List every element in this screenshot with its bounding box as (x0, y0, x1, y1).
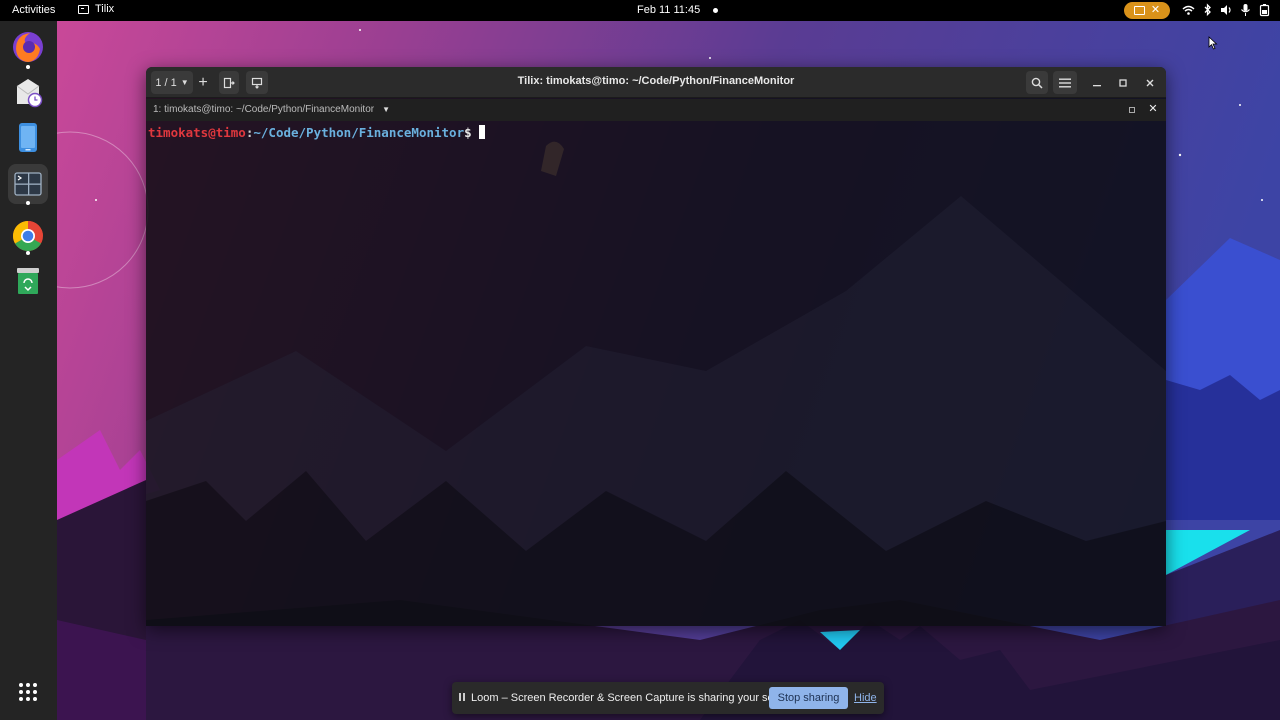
plus-icon: + (198, 73, 208, 91)
minimize-icon (1093, 84, 1101, 86)
screen-sharing-notification: Loom – Screen Recorder & Screen Capture … (452, 682, 884, 714)
dock-evolution[interactable] (8, 72, 48, 112)
split-right-icon (223, 77, 235, 88)
sharing-message: Loom – Screen Recorder & Screen Capture … (471, 692, 799, 704)
session-switcher-button[interactable]: 1 / 1 ▼ (151, 71, 193, 94)
text-cursor (478, 125, 485, 139)
firefox-icon (13, 32, 43, 62)
main-menu-button[interactable] (1053, 71, 1077, 94)
running-indicator (26, 65, 30, 69)
chrome-icon (12, 221, 43, 252)
trash-icon (17, 268, 39, 294)
minimize-button[interactable] (1087, 71, 1107, 94)
activities-button[interactable]: Activities (12, 4, 55, 16)
search-icon (1031, 77, 1043, 89)
mouse-pointer-icon (1208, 36, 1218, 50)
add-session-button[interactable]: + (193, 71, 213, 94)
prompt-path: ~/Code/Python/FinanceMonitor (253, 125, 465, 140)
microphone-icon (1239, 3, 1252, 17)
running-indicator (26, 251, 30, 255)
prompt-user-host: timokats@timo (148, 125, 246, 140)
terminal-icon (78, 4, 89, 14)
terminal-title-menu[interactable]: 1: timokats@timo: ~/Code/Python/FinanceM… (153, 104, 390, 115)
running-indicator (26, 201, 30, 205)
app-grid-icon (19, 683, 37, 701)
prompt-symbol: $ (464, 125, 472, 140)
dock-chrome[interactable] (8, 216, 48, 256)
top-bar: Activities Tilix Feb 11 11:45 ✕ (0, 0, 1280, 21)
bluetooth-icon (1201, 3, 1214, 17)
chevron-down-icon: ▼ (382, 105, 391, 114)
maximize-button[interactable] (1113, 71, 1133, 94)
split-right-button[interactable] (219, 71, 239, 94)
app-menu[interactable]: Tilix (78, 3, 114, 15)
wifi-icon (1182, 3, 1195, 17)
dock-phone[interactable] (8, 117, 48, 157)
maximize-icon (1129, 107, 1135, 113)
search-button[interactable] (1026, 71, 1048, 94)
pause-icon (459, 693, 465, 701)
app-menu-label: Tilix (95, 3, 115, 15)
close-window-button[interactable] (1140, 71, 1160, 94)
maximize-icon (1119, 78, 1127, 87)
hide-link[interactable]: Hide (854, 692, 877, 704)
close-icon[interactable]: ✕ (1151, 5, 1160, 16)
chevron-down-icon: ▼ (180, 78, 189, 87)
dock-firefox[interactable] (8, 27, 48, 67)
clock[interactable]: Feb 11 11:45 (637, 4, 700, 16)
session-switcher-label: 1 / 1 (155, 76, 177, 89)
phone-icon (19, 123, 37, 152)
close-terminal-button[interactable]: ✕ (1147, 102, 1159, 117)
hamburger-menu-icon (1059, 78, 1071, 87)
close-icon (1146, 79, 1154, 86)
terminal-title-label: 1: timokats@timo: ~/Code/Python/FinanceM… (153, 104, 375, 115)
window-title: Tilix: timokats@timo: ~/Code/Python/Fina… (517, 75, 795, 87)
maximize-terminal-button[interactable] (1127, 103, 1137, 117)
volume-icon (1220, 3, 1233, 17)
split-down-button[interactable] (246, 71, 268, 94)
prompt-line: timokats@timo:~/Code/Python/FinanceMonit… (148, 125, 485, 140)
terminal-area[interactable]: timokats@timo:~/Code/Python/FinanceMonit… (146, 121, 1166, 626)
system-tray[interactable] (1182, 3, 1271, 17)
screen-share-indicator[interactable]: ✕ (1124, 2, 1170, 19)
window-header-bar: 1 / 1 ▼ + Tilix: timokats@timo: ~/Code/P… (146, 67, 1166, 98)
split-down-icon (251, 77, 263, 89)
show-apps-button[interactable] (8, 672, 48, 712)
stop-sharing-button[interactable]: Stop sharing (769, 687, 848, 709)
battery-icon (1258, 3, 1271, 17)
mail-clock-icon (16, 79, 43, 108)
terminal-title-bar: 1: timokats@timo: ~/Code/Python/FinanceM… (146, 99, 1166, 121)
dock-trash[interactable] (8, 260, 48, 300)
dash-dock (0, 21, 57, 720)
tilix-window[interactable]: 1 / 1 ▼ + Tilix: timokats@timo: ~/Code/P… (146, 67, 1166, 626)
screen-share-icon (1133, 6, 1145, 15)
notification-dot-icon (713, 8, 718, 13)
terminal-icon (14, 172, 42, 196)
close-icon: ✕ (1148, 103, 1158, 115)
dock-tilix[interactable] (8, 164, 48, 204)
